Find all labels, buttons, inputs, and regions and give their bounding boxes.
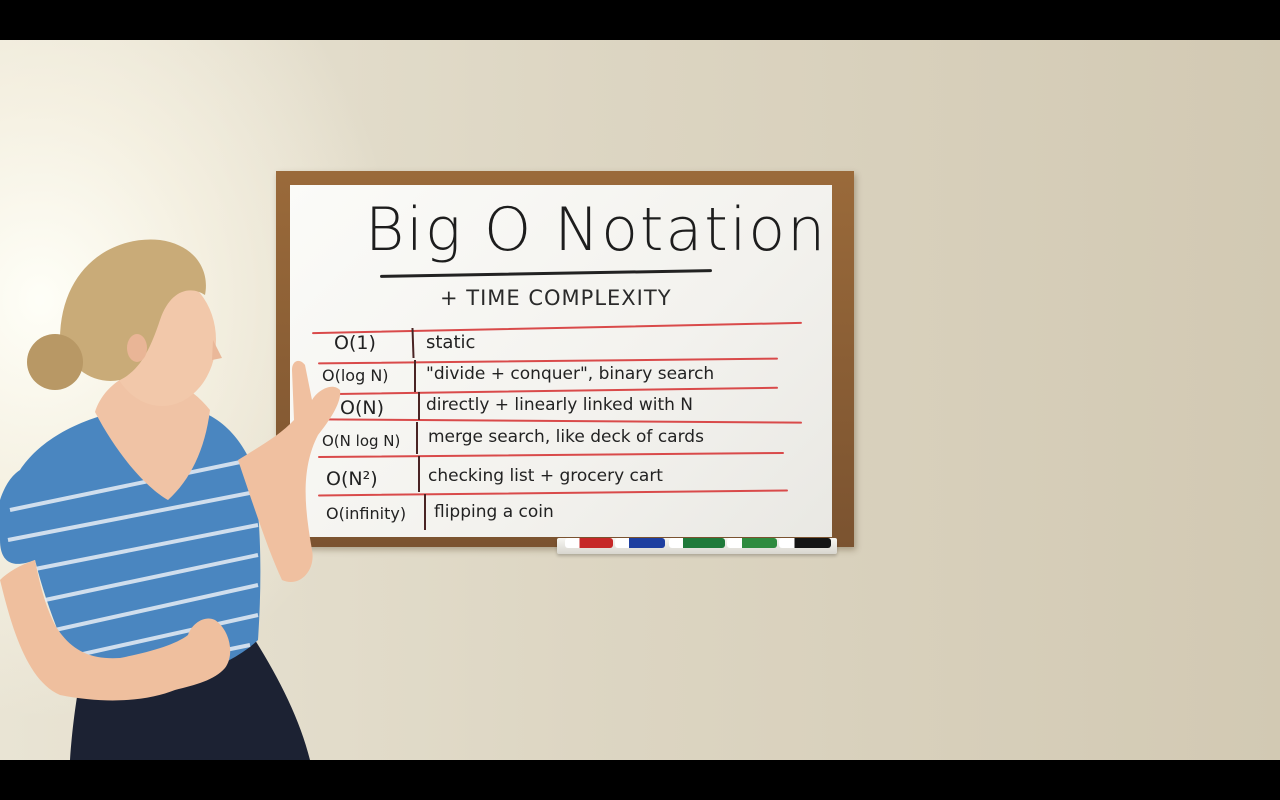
row-description: directly + linearly linked with N bbox=[426, 395, 694, 415]
board-subtitle: + TIME COMPLEXITY bbox=[440, 286, 672, 310]
letterbox-bottom bbox=[0, 760, 1280, 800]
table-column-divider bbox=[424, 494, 426, 530]
marker-tray bbox=[557, 538, 837, 554]
photo-scene: Big O Notation + TIME COMPLEXITY O(1) st… bbox=[0, 40, 1280, 760]
row-description: merge search, like deck of cards bbox=[428, 427, 704, 447]
table-column-divider bbox=[418, 456, 420, 492]
row-description: flipping a coin bbox=[434, 502, 554, 522]
green-marker bbox=[727, 538, 777, 548]
board-title: Big O Notation bbox=[365, 195, 828, 265]
hair-bun bbox=[27, 334, 83, 390]
table-column-divider bbox=[414, 360, 416, 392]
black-marker bbox=[779, 538, 831, 548]
blue-marker bbox=[615, 538, 665, 548]
table-column-divider bbox=[418, 392, 420, 420]
row-description: static bbox=[426, 332, 476, 353]
table-column-divider bbox=[416, 422, 418, 454]
red-marker bbox=[565, 538, 613, 548]
green-marker bbox=[669, 538, 725, 548]
presenter bbox=[0, 239, 341, 760]
row-description: checking list + grocery cart bbox=[428, 466, 663, 486]
row-description: "divide + conquer", binary search bbox=[426, 364, 715, 384]
letterbox-top bbox=[0, 0, 1280, 40]
